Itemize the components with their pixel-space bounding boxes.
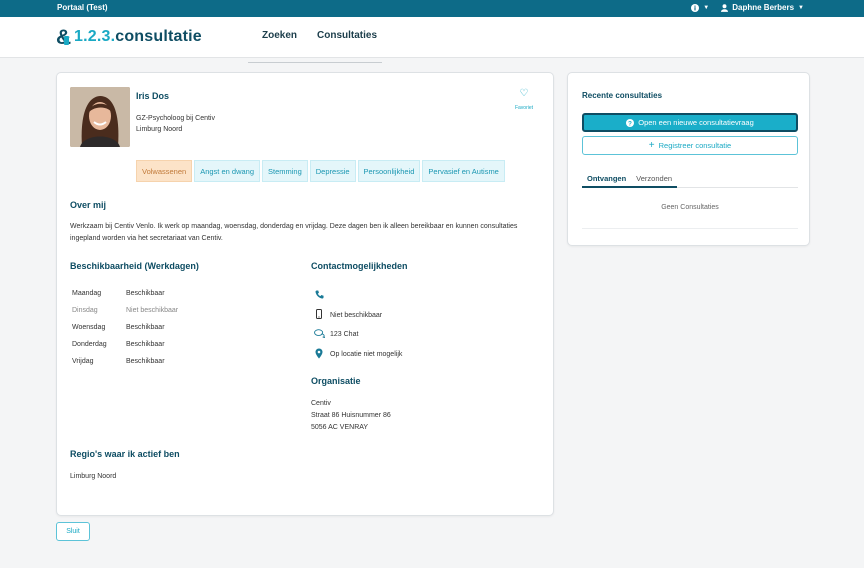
phone-icon bbox=[313, 290, 325, 301]
contact-row-location: Op locatie niet mogelijk bbox=[313, 345, 493, 365]
heart-icon: ♡ bbox=[519, 88, 529, 99]
close-button[interactable]: Sluit bbox=[56, 522, 90, 541]
organisation-name: Centiv bbox=[311, 400, 331, 407]
availability-row: Donderdag Beschikbaar bbox=[72, 341, 165, 348]
availability-row: Maandag Beschikbaar bbox=[72, 290, 165, 297]
profile-role: GZ-Psycholoog bij Centiv bbox=[136, 115, 215, 122]
divider bbox=[582, 228, 798, 229]
user-menu[interactable]: Daphne Berbers ▼ bbox=[721, 3, 804, 12]
tag-pervasief-en-autisme: Pervasief en Autisme bbox=[422, 160, 505, 182]
nav-item-zoeken[interactable]: Zoeken bbox=[248, 30, 297, 46]
organisation-street: Straat 86 Huisnummer 86 bbox=[311, 412, 391, 419]
location-icon bbox=[313, 348, 325, 361]
about-text: Werkzaam bij Centiv Venlo. Ik werk op ma… bbox=[70, 223, 518, 242]
portal-label: Portaal (Test) bbox=[57, 3, 108, 12]
contact-list: Niet beschikbaar 123 Chat Op locatie nie… bbox=[313, 286, 493, 364]
mobile-icon bbox=[313, 309, 325, 321]
profile-photo bbox=[70, 87, 130, 147]
availability-row: Dinsdag Niet beschikbaar bbox=[72, 307, 179, 314]
tag-depressie: Depressie bbox=[309, 160, 356, 182]
regions-title: Regio's waar ik actief ben bbox=[70, 449, 180, 459]
profile-name: Iris Dos bbox=[136, 91, 170, 101]
availability-title: Beschikbaarheid (Werkdagen) bbox=[70, 261, 199, 271]
logo[interactable]: & 1.2.3.consultatie bbox=[56, 26, 202, 48]
availability-list: Maandag Beschikbaar Dinsdag Niet beschikba… bbox=[72, 285, 212, 370]
nav-bar: & 1.2.3.consultatie Zoeken Consultaties bbox=[0, 17, 864, 63]
tag-angst-en-dwang: Angst en dwang bbox=[194, 160, 260, 182]
register-consultation-button[interactable]: + Registreer consultatie bbox=[582, 136, 798, 155]
caret-down-icon: ▼ bbox=[703, 4, 710, 11]
profile-photo-image bbox=[70, 87, 130, 147]
contact-title: Contactmogelijkheden bbox=[311, 261, 408, 271]
organisation-postcode: 5056 AC VENRAY bbox=[311, 424, 369, 431]
regions-text: Limburg Noord bbox=[70, 473, 117, 480]
favorite-button[interactable]: ♡ Favoriet bbox=[509, 88, 539, 111]
organisation-title: Organisatie bbox=[311, 376, 361, 386]
info-icon bbox=[691, 3, 700, 12]
profile-card: Iris Dos GZ-Psycholoog bij Centiv Limbur… bbox=[56, 72, 554, 516]
profile-region: Limburg Noord bbox=[136, 126, 183, 133]
user-name: Daphne Berbers bbox=[732, 3, 795, 12]
main-nav: Zoeken Consultaties bbox=[248, 30, 377, 46]
tag-persoonlijkheid: Persoonlijkheid bbox=[357, 160, 421, 182]
recent-consultations-card: Recente consultaties ? Open een nieuwe c… bbox=[567, 72, 810, 246]
logo-text: 1.2.3.consultatie bbox=[74, 28, 202, 45]
availability-row: Woensdag Beschikbaar bbox=[72, 324, 165, 331]
chat-icon bbox=[313, 329, 325, 340]
question-circle-icon: ? bbox=[626, 118, 635, 127]
nav-underline bbox=[248, 62, 382, 63]
caret-down-icon: ▼ bbox=[798, 4, 804, 11]
empty-state: Geen Consultaties bbox=[661, 204, 719, 211]
tab-ontvangen[interactable]: Ontvangen bbox=[582, 172, 632, 188]
specialty-tags: Volwassenen Angst en dwang Stemming Depr… bbox=[136, 160, 505, 182]
top-bar-right: ▼ Daphne Berbers ▼ bbox=[691, 3, 804, 12]
plus-icon: + bbox=[648, 139, 655, 151]
contact-row-mobile: Niet beschikbaar bbox=[313, 306, 493, 326]
favorite-label: Favoriet bbox=[514, 105, 534, 111]
tab-verzonden[interactable]: Verzonden bbox=[631, 172, 678, 188]
availability-row: Vrijdag Beschikbaar bbox=[72, 358, 165, 365]
user-icon bbox=[721, 3, 729, 12]
contact-row-chat: 123 Chat bbox=[313, 325, 493, 345]
tag-volwassenen: Volwassenen bbox=[136, 160, 193, 182]
new-consultation-button[interactable]: ? Open een nieuwe consultatievraag bbox=[582, 113, 798, 132]
tag-stemming: Stemming bbox=[262, 160, 308, 182]
contact-row-phone bbox=[313, 286, 493, 306]
consultation-tabs: Ontvangen Verzonden bbox=[582, 172, 798, 188]
svg-text:?: ? bbox=[628, 120, 632, 127]
nav-item-consultaties[interactable]: Consultaties bbox=[317, 30, 377, 46]
recent-title: Recente consultaties bbox=[582, 91, 663, 100]
logo-mark-icon: & bbox=[56, 26, 71, 48]
help-menu[interactable]: ▼ bbox=[691, 3, 710, 12]
top-bar: Portaal (Test) ▼ Daphne Berbers ▼ bbox=[0, 0, 864, 17]
about-title: Over mij bbox=[70, 200, 107, 210]
